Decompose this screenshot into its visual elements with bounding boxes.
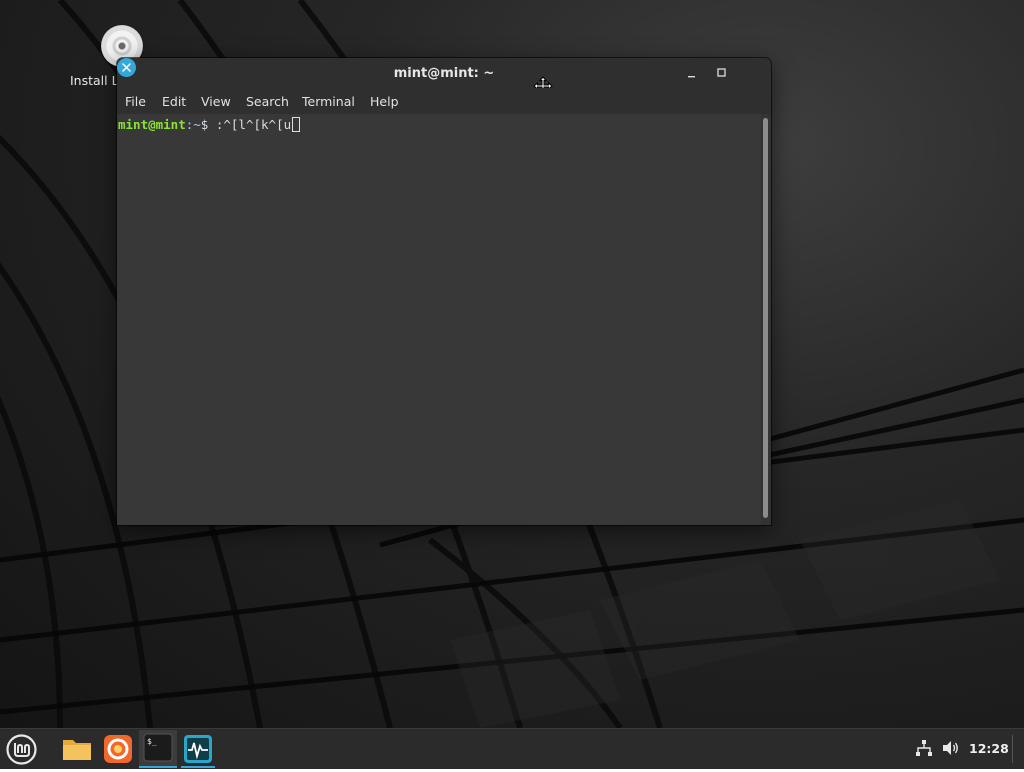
taskbar: $_ 12:28: [0, 728, 1024, 769]
terminal-output-area[interactable]: mint@mint:~$ :^[l^[k^[u: [117, 114, 761, 525]
menu-icon[interactable]: [5, 733, 38, 766]
menu-search[interactable]: Search: [246, 94, 289, 109]
prompt-user: mint@mint: [118, 117, 186, 132]
menubar: File Edit View Search Terminal Help: [117, 88, 771, 114]
network-icon[interactable]: [915, 739, 933, 757]
menu-terminal[interactable]: Terminal: [302, 94, 355, 109]
text-cursor: [292, 117, 301, 132]
prompt-symbol: $: [200, 117, 216, 132]
system-monitor-icon: [184, 735, 212, 763]
menu-file[interactable]: File: [125, 94, 146, 109]
volume-icon[interactable]: [941, 739, 961, 757]
prompt-line: mint@mint:~$ :^[l^[k^[u: [118, 117, 301, 132]
scrollbar[interactable]: [761, 114, 771, 525]
minimize-button[interactable]: [683, 64, 701, 82]
terminal-window[interactable]: mint@mint: ~ File Edit View Search Termi…: [117, 58, 771, 525]
maximize-button[interactable]: [713, 64, 731, 82]
files-folder-icon: [63, 740, 91, 760]
clock[interactable]: 12:28: [969, 741, 1009, 756]
window-title: mint@mint: ~: [393, 66, 495, 81]
launcher-files[interactable]: [58, 730, 96, 768]
command-input[interactable]: :^[l^[k^[u: [216, 117, 291, 132]
menu-view[interactable]: View: [201, 94, 231, 109]
minimize-icon: [688, 76, 695, 78]
firefox-icon: [104, 735, 132, 763]
desktop: Install L mint@mint: ~ File Edit View Se…: [0, 0, 1024, 728]
svg-text:$_: $_: [147, 737, 157, 746]
terminal-icon: $_: [143, 733, 173, 762]
menu-edit[interactable]: Edit: [162, 94, 186, 109]
window-titlebar[interactable]: mint@mint: ~: [117, 58, 771, 96]
show-desktop-button[interactable]: [1012, 735, 1013, 763]
prompt-path: :~: [185, 117, 201, 132]
launcher-system-monitor[interactable]: [179, 730, 217, 768]
scrollbar-thumb[interactable]: [763, 118, 768, 518]
launcher-terminal[interactable]: $_: [139, 730, 177, 768]
menu-help[interactable]: Help: [370, 94, 399, 109]
launcher-firefox[interactable]: [99, 730, 137, 768]
maximize-icon: [717, 68, 726, 77]
